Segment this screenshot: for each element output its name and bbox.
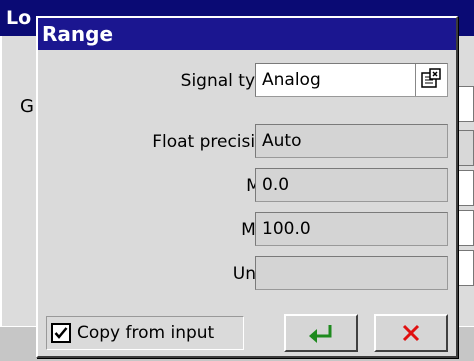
range-dialog: Range Signal type: Analog Float precisio… xyxy=(36,16,458,358)
cancel-button[interactable] xyxy=(374,314,448,352)
properties-icon xyxy=(421,68,441,88)
background-field-edge xyxy=(458,130,474,166)
min-field[interactable]: 0.0 xyxy=(255,168,448,202)
float-precision-value: Auto xyxy=(262,131,302,151)
background-field-edge xyxy=(458,210,474,246)
signal-type-select[interactable]: Analog xyxy=(255,63,448,97)
max-field[interactable]: 100.0 xyxy=(255,212,448,246)
signal-type-value: Analog xyxy=(262,70,321,90)
dialog-title: Range xyxy=(38,18,456,50)
background-field-edge xyxy=(458,170,474,206)
checkbox-box[interactable] xyxy=(51,323,71,343)
units-field[interactable] xyxy=(255,256,448,290)
background-field-edge xyxy=(458,86,474,122)
enter-arrow-icon xyxy=(309,325,332,343)
min-value: 0.0 xyxy=(262,175,290,195)
max-value: 100.0 xyxy=(262,219,311,239)
float-precision-field[interactable]: Auto xyxy=(255,124,448,158)
checkmark-icon xyxy=(54,327,68,339)
background-window-label: G xyxy=(20,96,34,117)
red-x-icon xyxy=(402,324,420,342)
copy-from-input-label: Copy from input xyxy=(77,323,215,343)
background-field-edge xyxy=(458,250,474,286)
ok-button[interactable] xyxy=(284,314,358,352)
copy-from-input-checkbox[interactable]: Copy from input xyxy=(46,316,244,350)
signal-type-dropdown-button[interactable] xyxy=(415,64,447,96)
